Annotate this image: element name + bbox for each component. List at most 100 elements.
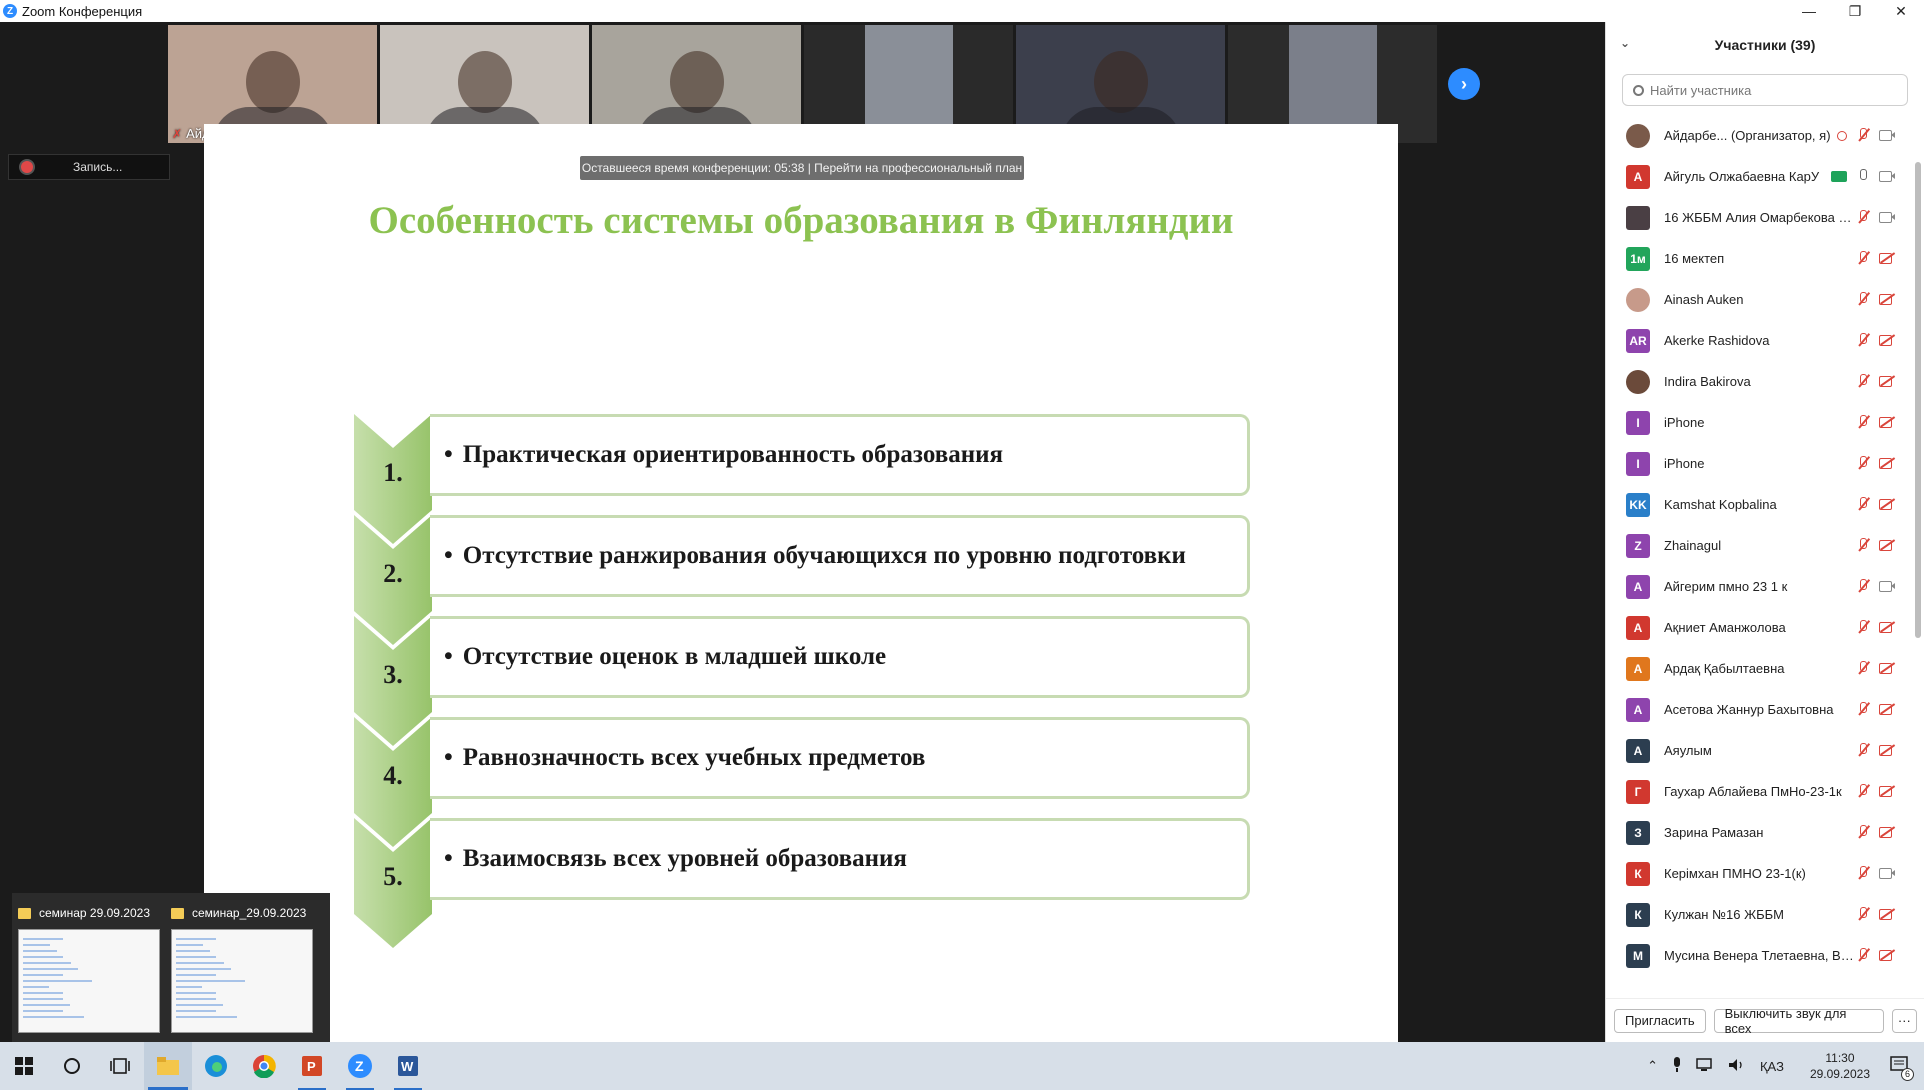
slide-item-box: • Отсутствие ранжирования обучающихся по …: [430, 515, 1250, 597]
mic-muted-icon[interactable]: [1855, 292, 1871, 306]
participant-row[interactable]: Indira Bakirova: [1606, 361, 1911, 402]
preview-line: [23, 944, 50, 946]
network-tray-icon[interactable]: [1696, 1057, 1714, 1075]
participant-row[interactable]: Г Гаухар Аблайева ПмНо-23-1к: [1606, 771, 1911, 812]
camera-off-icon[interactable]: [1879, 702, 1895, 716]
mic-muted-icon[interactable]: [1855, 497, 1871, 511]
invite-button[interactable]: Пригласить: [1614, 1008, 1706, 1033]
avatar: М: [1626, 943, 1650, 968]
participant-row[interactable]: IiPhone: [1606, 402, 1911, 443]
participant-row[interactable]: А Айгерим пмно 23 1 к: [1606, 566, 1911, 607]
show-hidden-icons-chevron-up-icon[interactable]: ⌃: [1647, 1058, 1658, 1074]
edge-browser-icon[interactable]: [192, 1042, 240, 1090]
participant-row[interactable]: А Айгуль Олжабаевна КарУ: [1606, 156, 1911, 197]
camera-off-icon[interactable]: [1879, 415, 1895, 429]
participant-row[interactable]: Айдарбе... (Организатор, я): [1606, 115, 1911, 156]
camera-icon[interactable]: [1879, 579, 1895, 593]
preview-line: [176, 998, 216, 1000]
camera-icon[interactable]: [1879, 169, 1895, 183]
participant-row[interactable]: К Керімхан ПМНО 23-1(к): [1606, 853, 1911, 894]
collapse-chevron-down-icon[interactable]: ⌄: [1620, 36, 1630, 50]
camera-off-icon[interactable]: [1879, 784, 1895, 798]
task-view-icon[interactable]: [96, 1042, 144, 1090]
restore-button[interactable]: ❐: [1832, 0, 1878, 22]
mic-muted-icon[interactable]: [1855, 538, 1871, 552]
powerpoint-icon[interactable]: P: [288, 1042, 336, 1090]
camera-off-icon[interactable]: [1879, 292, 1895, 306]
camera-off-icon[interactable]: [1879, 456, 1895, 470]
start-windows-icon[interactable]: [0, 1042, 48, 1090]
participant-row[interactable]: А Асетова Жаннур Бахытовна: [1606, 689, 1911, 730]
camera-off-icon[interactable]: [1879, 374, 1895, 388]
mic-muted-icon[interactable]: [1855, 907, 1871, 921]
slide-item: 1. • Практическая ориентированность образо…: [354, 414, 1254, 544]
camera-off-icon[interactable]: [1879, 333, 1895, 347]
participant-search-input[interactable]: Найти участника: [1622, 74, 1908, 106]
meeting-time-banner[interactable]: Оставшееся время конференции: 05:38 | Пе…: [580, 156, 1024, 180]
mic-muted-icon[interactable]: [1855, 825, 1871, 839]
chrome-browser-icon[interactable]: [240, 1042, 288, 1090]
camera-icon[interactable]: [1879, 128, 1895, 142]
camera-off-icon[interactable]: [1879, 661, 1895, 675]
mic-muted-icon[interactable]: [1855, 210, 1871, 224]
zoom-app-icon[interactable]: Z: [336, 1042, 384, 1090]
mic-muted-icon[interactable]: [1855, 743, 1871, 757]
mute-all-button[interactable]: Выключить звук для всех: [1713, 1006, 1884, 1036]
camera-off-icon[interactable]: [1879, 538, 1895, 552]
participant-row[interactable]: З Зарина Рамазан: [1606, 812, 1911, 853]
keyboard-language-indicator[interactable]: ҚАЗ: [1760, 1059, 1784, 1074]
participant-row[interactable]: Z Zhainagul: [1606, 525, 1911, 566]
camera-icon[interactable]: [1879, 866, 1895, 880]
mic-muted-icon[interactable]: [1855, 415, 1871, 429]
microphone-tray-icon[interactable]: [1672, 1056, 1682, 1076]
camera-icon[interactable]: [1879, 210, 1895, 224]
window-preview-thumbnail[interactable]: семинар_29.09.2023: [171, 903, 314, 1043]
minimize-button[interactable]: —: [1786, 0, 1832, 22]
camera-off-icon[interactable]: [1879, 948, 1895, 962]
camera-off-icon[interactable]: [1879, 251, 1895, 265]
participant-row[interactable]: AR Akerke Rashidova: [1606, 320, 1911, 361]
mic-muted-icon[interactable]: [1855, 784, 1871, 798]
camera-off-icon[interactable]: [1879, 907, 1895, 921]
participant-row[interactable]: А Аяулым: [1606, 730, 1911, 771]
notification-center-icon[interactable]: 6: [1890, 1055, 1914, 1081]
participant-row[interactable]: 1м 16 мектеп: [1606, 238, 1911, 279]
mic-muted-icon[interactable]: [1855, 866, 1871, 880]
mic-muted-icon[interactable]: [1855, 702, 1871, 716]
mic-muted-icon[interactable]: [1855, 948, 1871, 962]
avatar: 1м: [1626, 246, 1650, 271]
mic-muted-icon[interactable]: [1855, 579, 1871, 593]
file-explorer-folder-icon[interactable]: [144, 1042, 192, 1090]
window-preview-thumbnail[interactable]: семинар 29.09.2023: [18, 903, 161, 1043]
participant-row[interactable]: KK Kamshat Kopbalina: [1606, 484, 1911, 525]
close-button[interactable]: ✕: [1878, 0, 1924, 22]
microphone-icon[interactable]: [1855, 169, 1871, 183]
mic-muted-icon[interactable]: [1855, 620, 1871, 634]
word-icon[interactable]: W: [384, 1042, 432, 1090]
participant-row[interactable]: Ainash Auken: [1606, 279, 1911, 320]
recording-indicator[interactable]: Запись...: [8, 154, 170, 180]
host-recording-icon: [1837, 131, 1847, 141]
participant-row[interactable]: IiPhone: [1606, 443, 1911, 484]
participant-row[interactable]: А Ақниет Аманжолова: [1606, 607, 1911, 648]
participant-row[interactable]: А Ардақ Қабылтаевна: [1606, 648, 1911, 689]
participant-list-scrollbar[interactable]: [1915, 162, 1921, 638]
camera-off-icon[interactable]: [1879, 497, 1895, 511]
system-clock[interactable]: 11:30 29.09.2023: [1810, 1050, 1870, 1082]
participant-row[interactable]: К Кулжан №16 ЖББМ: [1606, 894, 1911, 935]
mic-muted-icon[interactable]: [1855, 661, 1871, 675]
participant-row[interactable]: М Мусина Венера Тлетаевна, Ви...: [1606, 935, 1911, 976]
speaker-volume-icon[interactable]: [1728, 1058, 1746, 1075]
camera-off-icon[interactable]: [1879, 620, 1895, 634]
mic-muted-icon[interactable]: [1855, 128, 1871, 142]
mic-muted-icon[interactable]: [1855, 456, 1871, 470]
mic-muted-icon[interactable]: [1855, 333, 1871, 347]
mic-muted-icon[interactable]: [1855, 374, 1871, 388]
camera-off-icon[interactable]: [1879, 825, 1895, 839]
search-circle-icon[interactable]: [48, 1042, 96, 1090]
more-options-button[interactable]: ···: [1891, 1008, 1917, 1033]
camera-off-icon[interactable]: [1879, 743, 1895, 757]
mic-muted-icon[interactable]: [1855, 251, 1871, 265]
participant-row[interactable]: 16 ЖББМ Алия Омарбекова Қ...: [1606, 197, 1911, 238]
next-page-chevron-icon[interactable]: ›: [1448, 68, 1480, 100]
